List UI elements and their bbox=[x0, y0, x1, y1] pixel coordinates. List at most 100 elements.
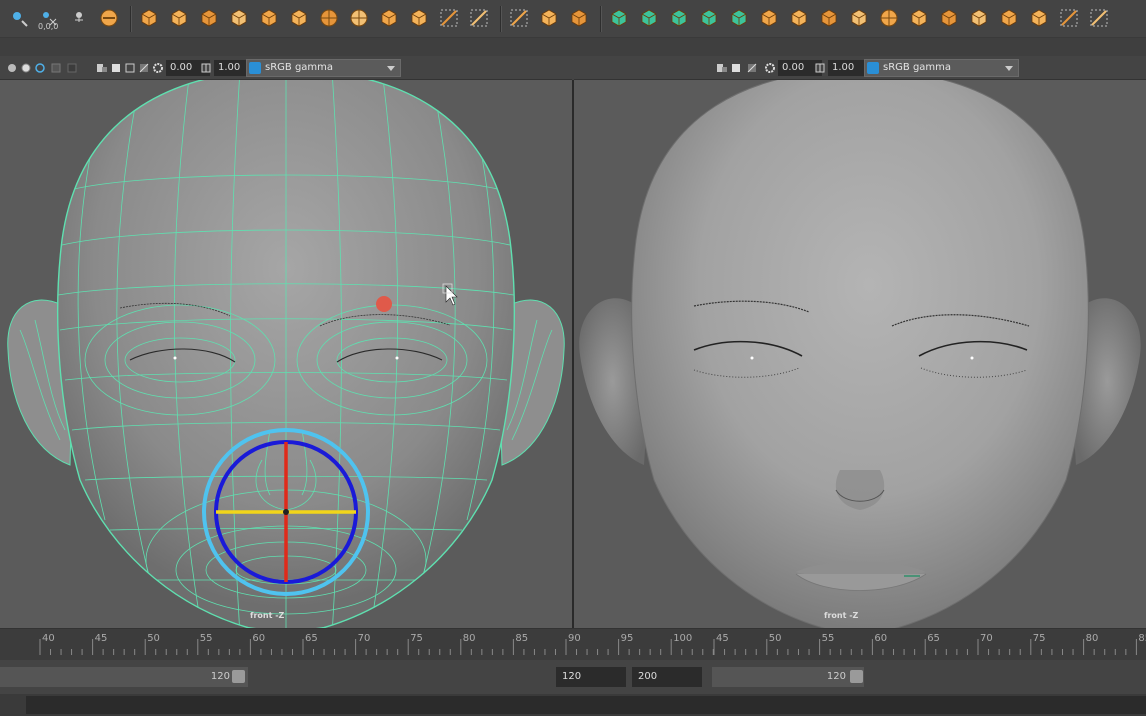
command-input[interactable] bbox=[26, 696, 1146, 714]
viewport-right-shaded[interactable]: front -Z bbox=[574, 80, 1146, 628]
xray-joints-icon[interactable] bbox=[124, 61, 136, 74]
extrude-icon[interactable] bbox=[538, 7, 560, 29]
rotate-manipulator[interactable] bbox=[202, 428, 370, 596]
time-tick-label: 60 bbox=[874, 633, 888, 644]
head-model-shaded[interactable] bbox=[574, 80, 1146, 628]
head-model-wireframe[interactable] bbox=[0, 80, 572, 628]
cube-icon[interactable] bbox=[198, 7, 220, 29]
time-tick-label: 45 bbox=[716, 633, 729, 644]
viewport-toolbar-right: 0.00 1.00 sRGB gamma bbox=[574, 56, 1146, 80]
cube-icon[interactable] bbox=[288, 7, 310, 29]
isolate-icon[interactable] bbox=[96, 61, 108, 74]
viewport-left-wireframe[interactable]: front -Z bbox=[0, 80, 572, 628]
cube-icon[interactable] bbox=[698, 7, 720, 29]
cube-icon[interactable] bbox=[258, 7, 280, 29]
time-slider[interactable]: 40 45 50 55 60 65 70 75 80 85 90 95 100 45 50 55 60 65 70 7… bbox=[0, 628, 1146, 660]
range-end-bar[interactable]: 120 bbox=[712, 667, 864, 687]
cube-icon[interactable] bbox=[818, 7, 840, 29]
isolate-icon[interactable] bbox=[716, 61, 728, 74]
xray-icon[interactable] bbox=[110, 61, 122, 74]
sphere-icon[interactable] bbox=[878, 7, 900, 29]
panel-gap bbox=[0, 38, 1146, 56]
curve-tool-icon[interactable] bbox=[1088, 7, 1110, 29]
time-tick-label: 50 bbox=[768, 633, 782, 644]
cube-icon[interactable] bbox=[848, 7, 870, 29]
cube-icon[interactable] bbox=[968, 7, 990, 29]
time-tick-label: 85 bbox=[1138, 633, 1146, 644]
shadow-icon[interactable] bbox=[50, 61, 62, 74]
selection-marker bbox=[376, 296, 392, 312]
curve-tool-icon[interactable] bbox=[468, 7, 490, 29]
time-tick-label: 85 bbox=[515, 633, 529, 644]
backface-icon[interactable] bbox=[138, 61, 150, 74]
range-start-bar[interactable]: 120 bbox=[0, 667, 248, 687]
cube-icon[interactable] bbox=[228, 7, 250, 29]
shelf-separator bbox=[130, 6, 132, 32]
time-tick-label: 55 bbox=[821, 633, 835, 644]
color-space-dropdown[interactable]: sRGB gamma bbox=[864, 59, 1019, 77]
cube-icon[interactable] bbox=[998, 7, 1020, 29]
gamma-icon[interactable] bbox=[200, 61, 212, 74]
cube-icon[interactable] bbox=[378, 7, 400, 29]
color-space-dropdown[interactable]: sRGB gamma bbox=[246, 59, 401, 77]
grid-icon[interactable] bbox=[66, 61, 78, 74]
curve-tool-icon[interactable] bbox=[1058, 7, 1080, 29]
bevel-icon[interactable] bbox=[668, 7, 690, 29]
pivot-readout: 0,0,0 bbox=[38, 22, 59, 31]
time-tick-label: 65 bbox=[305, 633, 318, 644]
bridge-icon[interactable] bbox=[638, 7, 660, 29]
xray-icon[interactable] bbox=[730, 61, 742, 74]
cube-icon[interactable] bbox=[728, 7, 750, 29]
cube-icon[interactable] bbox=[788, 7, 810, 29]
pivot-icon[interactable] bbox=[68, 7, 90, 29]
command-line bbox=[0, 694, 1146, 716]
backface-icon[interactable] bbox=[746, 61, 758, 74]
sphere-icon[interactable] bbox=[318, 7, 340, 29]
range-slider[interactable]: 120 120 200 120 bbox=[0, 666, 1146, 688]
range-end-value: 120 bbox=[826, 671, 846, 682]
lighting-icon[interactable] bbox=[34, 61, 46, 74]
playback-end-field[interactable]: 200 bbox=[632, 667, 702, 687]
sphere-icon[interactable] bbox=[348, 7, 370, 29]
exposure-icon[interactable] bbox=[152, 61, 164, 74]
camera-label: front -Z bbox=[824, 611, 859, 620]
shelf-separator bbox=[600, 6, 602, 32]
time-tick-label: 80 bbox=[1085, 633, 1099, 644]
time-tick-label: 80 bbox=[462, 633, 476, 644]
color-management-icon bbox=[249, 62, 261, 74]
cube-icon[interactable] bbox=[1028, 7, 1050, 29]
cube-icon[interactable] bbox=[758, 7, 780, 29]
move-tool-icon[interactable] bbox=[8, 7, 30, 29]
time-tick-label: 90 bbox=[568, 633, 581, 644]
curve-tool-icon[interactable] bbox=[438, 7, 460, 29]
curve-tool-icon[interactable] bbox=[508, 7, 530, 29]
time-tick-label: 50 bbox=[147, 633, 160, 644]
cube-icon[interactable] bbox=[938, 7, 960, 29]
extrude-icon[interactable] bbox=[608, 7, 630, 29]
time-tick-label: 95 bbox=[620, 633, 634, 644]
time-tick-label: 60 bbox=[252, 633, 266, 644]
time-tick-label: 75 bbox=[1032, 633, 1046, 644]
cube-icon[interactable] bbox=[408, 7, 430, 29]
time-tick-label: 40 bbox=[42, 633, 55, 644]
shelf-separator bbox=[500, 6, 502, 32]
wireframe-icon[interactable] bbox=[6, 61, 18, 74]
playback-start-field[interactable]: 120 bbox=[556, 667, 626, 687]
cube-icon[interactable] bbox=[138, 7, 160, 29]
cube-icon[interactable] bbox=[168, 7, 190, 29]
exposure-icon[interactable] bbox=[764, 61, 776, 74]
cube-icon[interactable] bbox=[908, 7, 930, 29]
viewport-toolbar-left: 0.00 1.00 sRGB gamma bbox=[0, 56, 572, 80]
smooth-shade-icon[interactable] bbox=[20, 61, 32, 74]
range-handle-left[interactable] bbox=[232, 670, 245, 683]
history-icon[interactable] bbox=[98, 7, 120, 29]
time-tick-label: 100 bbox=[673, 633, 693, 644]
range-handle-right[interactable] bbox=[850, 670, 863, 683]
chevron-down-icon bbox=[387, 66, 395, 71]
gamma-icon[interactable] bbox=[814, 61, 826, 74]
time-tick-label: 75 bbox=[410, 633, 423, 644]
time-tick-label: 55 bbox=[199, 633, 213, 644]
camera-label: front -Z bbox=[250, 611, 285, 620]
extrude-icon[interactable] bbox=[568, 7, 590, 29]
time-tick-label: 65 bbox=[927, 633, 940, 644]
